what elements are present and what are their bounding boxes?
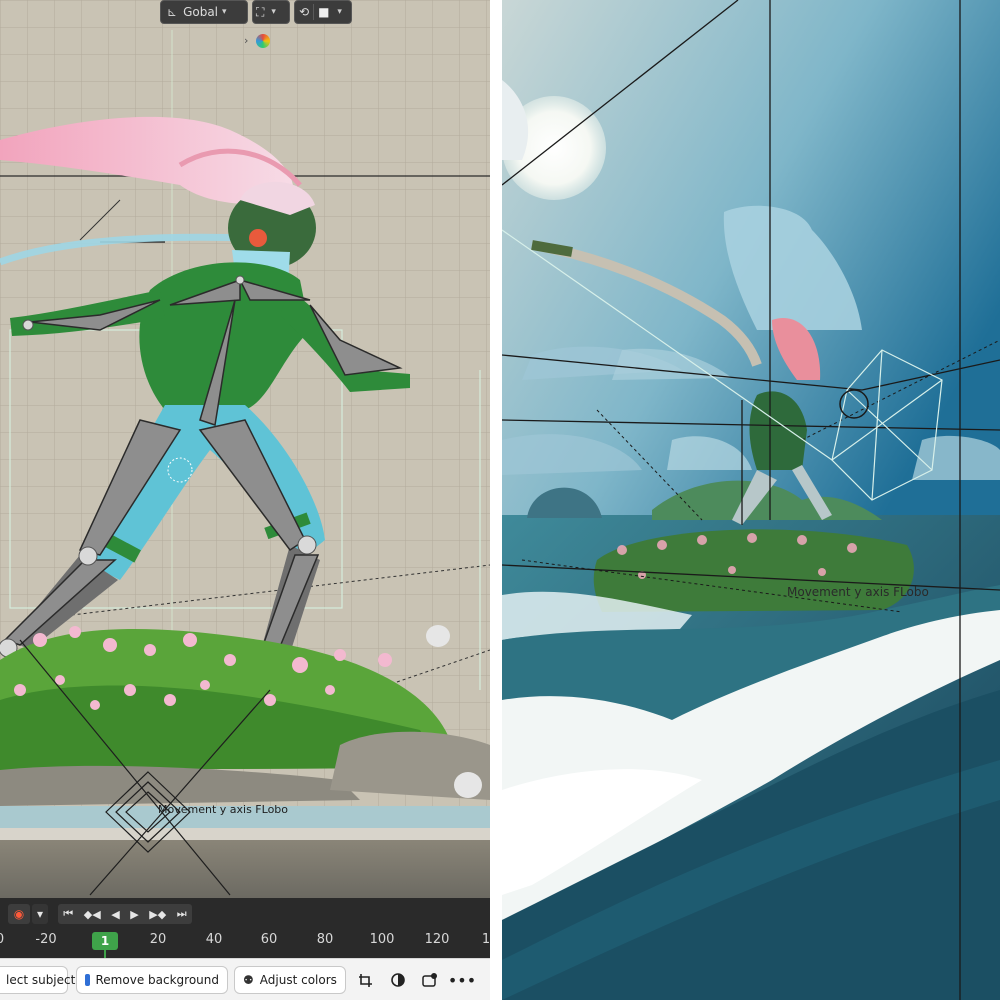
next-keyframe-icon[interactable]: ▶◆ <box>149 908 166 921</box>
timeline[interactable]: ◉ ▾ ⏮ ◆◀ ◀ ▶ ▶◆ ⏭ 0 -20 20 40 60 80 100 … <box>0 898 490 958</box>
select-subject-label: lect subject <box>6 973 76 987</box>
timeline-tick: 80 <box>316 932 334 947</box>
pivot-icon: ⛶ <box>256 4 265 19</box>
select-subject-button[interactable]: lect subject <box>0 966 75 994</box>
effects-icon[interactable] <box>416 966 444 994</box>
chevron-down-icon: ▾ <box>222 7 227 17</box>
crop-icon[interactable] <box>352 966 380 994</box>
transform-orientation-dropdown[interactable]: ⊾ Gobal ▾ <box>160 0 248 24</box>
timeline-tick: 60 <box>260 932 278 947</box>
current-frame-indicator[interactable]: 1 <box>92 932 118 950</box>
chevron-down-icon[interactable]: ▾ <box>32 904 48 924</box>
render-preview-panel[interactable]: Movement y axis FLobo <box>502 0 1000 1000</box>
orientation-label: Gobal <box>183 5 219 19</box>
color-wheel-icon[interactable] <box>256 34 270 48</box>
orientation-icon: ⊾ <box>167 5 178 19</box>
timeline-tick: 100 <box>369 932 395 947</box>
viewport-panel[interactable]: Movement y axis FLobo ⊾ Gobal ▾ ⛶ ▾ ⟲ ■ … <box>0 0 490 1000</box>
timeline-tick: -20 <box>35 932 57 947</box>
timeline-tick: 1 <box>481 932 490 947</box>
timeline-tick: 20 <box>149 932 167 947</box>
adjust-colors-button[interactable]: ⚉ Adjust colors <box>234 966 346 994</box>
contrast-icon[interactable] <box>384 966 412 994</box>
render-overlay-caption: Movement y axis FLobo <box>787 585 929 599</box>
panel-divider <box>490 0 502 1000</box>
expand-arrow-icon[interactable]: › <box>244 34 248 47</box>
play-icon[interactable]: ▶ <box>130 908 138 921</box>
jump-start-icon[interactable]: ⏮ <box>63 907 73 921</box>
remove-background-button[interactable]: Remove background <box>76 966 228 994</box>
timeline-tick: 120 <box>424 932 450 947</box>
remove-background-label: Remove background <box>95 973 220 987</box>
adjust-colors-label: Adjust colors <box>259 973 337 987</box>
timeline-tick: 40 <box>205 932 223 947</box>
chevron-down-icon: ▾ <box>271 7 276 17</box>
pivot-point-dropdown[interactable]: ⛶ ▾ <box>252 0 290 24</box>
playback-controls[interactable]: ⏮ ◆◀ ◀ ▶ ▶◆ ⏭ <box>58 904 192 924</box>
timeline-tick: 0 <box>0 932 4 947</box>
image-icon <box>85 974 90 986</box>
play-reverse-icon[interactable]: ◀ <box>111 908 119 921</box>
overlay-caption: Movement y axis FLobo <box>158 803 288 816</box>
viewport-scene[interactable]: Movement y axis FLobo <box>0 0 490 1000</box>
snap-icon: ⟲ <box>299 5 310 19</box>
jump-end-icon[interactable]: ⏭ <box>177 907 187 921</box>
chevron-down-icon: ▾ <box>337 7 342 17</box>
snap-increment-icon: ■ <box>318 5 330 19</box>
edit-toolbar: lect subject Remove background ⚉ Adjust … <box>0 958 490 1000</box>
render-scene: Movement y axis FLobo <box>502 0 1000 1000</box>
auto-keying-icon[interactable]: ◉ <box>8 904 30 924</box>
snapping-dropdown[interactable]: ⟲ ■ ▾ <box>294 0 352 24</box>
adjust-colors-icon: ⚉ <box>243 973 254 987</box>
prev-keyframe-icon[interactable]: ◆◀ <box>84 908 101 921</box>
playhead[interactable] <box>104 950 106 958</box>
more-options-icon[interactable]: ••• <box>448 966 476 994</box>
